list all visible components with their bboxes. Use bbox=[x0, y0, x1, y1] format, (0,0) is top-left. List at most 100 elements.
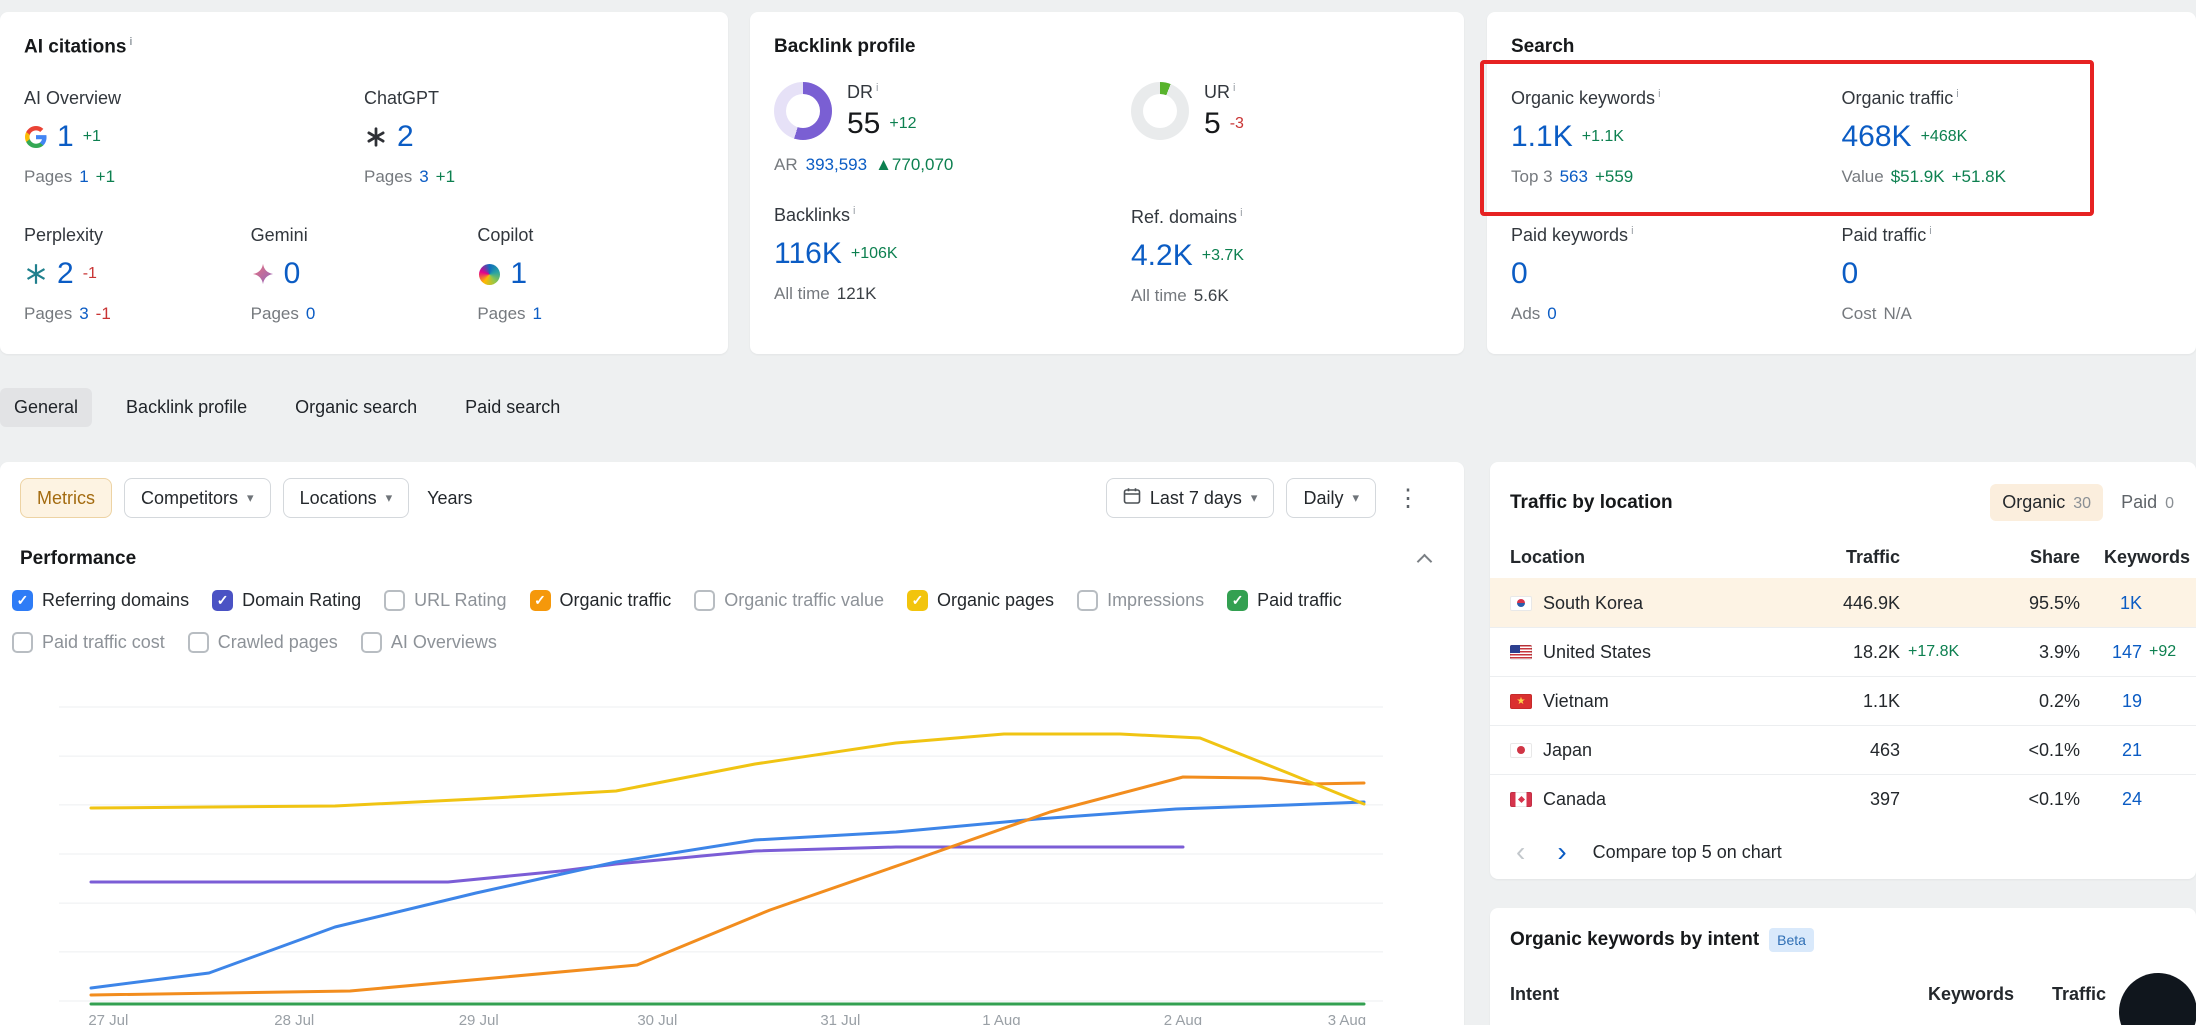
toggle-paid[interactable]: Paid0 bbox=[2109, 484, 2186, 521]
tab-organic-search[interactable]: Organic search bbox=[281, 388, 431, 427]
japan-flag-icon bbox=[1510, 743, 1532, 758]
metric-value[interactable]: 1 bbox=[57, 120, 74, 154]
metric-change: +1.1K bbox=[1582, 128, 1624, 146]
pages-value[interactable]: 3 bbox=[419, 167, 428, 187]
metric-checkbox-referring-domains[interactable]: ✓Referring domains bbox=[12, 590, 189, 611]
metric-change: -1 bbox=[83, 265, 97, 283]
metric-value[interactable]: 0 bbox=[1842, 257, 1859, 291]
ar-rank: AR 393,593 ▲770,070 bbox=[774, 155, 1131, 175]
toggle-organic[interactable]: Organic30 bbox=[1990, 484, 2103, 521]
sub-label: Ads bbox=[1511, 304, 1540, 324]
pages-value[interactable]: 0 bbox=[306, 304, 315, 324]
pages-value[interactable]: 1 bbox=[79, 167, 88, 187]
performance-card: Metrics Competitors▾ Locations▾ Years La… bbox=[0, 462, 1464, 1025]
more-options-button[interactable]: ⋮ bbox=[1388, 484, 1428, 513]
search-title: Search bbox=[1487, 12, 2196, 58]
share-value: 95.5% bbox=[1984, 593, 2080, 614]
sub-value[interactable]: 563 bbox=[1560, 167, 1588, 187]
collapse-chevron-icon[interactable] bbox=[1417, 553, 1433, 569]
dr-change: +12 bbox=[889, 115, 916, 133]
dr-label: DRi bbox=[847, 82, 917, 103]
metric-value[interactable]: 1.1K bbox=[1511, 120, 1573, 154]
metric-checkbox-domain-rating[interactable]: ✓Domain Rating bbox=[212, 590, 361, 611]
chatgpt-icon bbox=[364, 125, 388, 149]
location-row-japan[interactable]: Japan 463 <0.1% 21 bbox=[1490, 725, 2196, 774]
ur-change: -3 bbox=[1230, 115, 1244, 133]
location-row-united-states[interactable]: United States 18.2K +17.8K 3.9% 147 +92 bbox=[1490, 627, 2196, 676]
pages-label: Pages bbox=[477, 304, 525, 324]
years-button[interactable]: Years bbox=[421, 478, 478, 518]
metric-value[interactable]: 0 bbox=[284, 257, 301, 291]
metric-label: Perplexity bbox=[24, 225, 251, 246]
pages-change: -1 bbox=[96, 304, 111, 324]
metric-checkbox-organic-traffic-value[interactable]: Organic traffic value bbox=[694, 590, 884, 611]
metric-checkbox-organic-pages[interactable]: ✓Organic pages bbox=[907, 590, 1054, 611]
keywords-link[interactable]: 1K bbox=[2080, 593, 2142, 614]
alltime-value: 5.6K bbox=[1194, 286, 1229, 306]
metric-checkbox-organic-traffic[interactable]: ✓Organic traffic bbox=[530, 590, 672, 611]
performance-line-chart[interactable] bbox=[0, 650, 1464, 1025]
metrics-button[interactable]: Metrics bbox=[20, 478, 112, 518]
date-range-dropdown[interactable]: Last 7 days▾ bbox=[1106, 478, 1275, 518]
pages-value[interactable]: 3 bbox=[79, 304, 88, 324]
sub-label: Cost bbox=[1842, 304, 1877, 324]
checkbox-icon: ✓ bbox=[530, 590, 551, 611]
checkbox-icon bbox=[384, 590, 405, 611]
tab-general[interactable]: General bbox=[0, 388, 92, 427]
metric-value[interactable]: 2 bbox=[397, 120, 414, 154]
traffic-value: 18.2K bbox=[1788, 642, 1900, 663]
metric-ai-overview: AI Overview 1 +1 Pages1+1 bbox=[24, 88, 364, 187]
alltime-value: 121K bbox=[837, 284, 877, 304]
info-icon: i bbox=[1631, 225, 1633, 237]
share-value: <0.1% bbox=[1984, 740, 2080, 761]
dr-value: 55 bbox=[847, 107, 880, 141]
tab-backlink-profile[interactable]: Backlink profile bbox=[112, 388, 261, 427]
alltime-label: All time bbox=[774, 284, 830, 304]
chart-toolbar: Metrics Competitors▾ Locations▾ Years La… bbox=[0, 462, 1464, 518]
metric-value[interactable]: 2 bbox=[57, 257, 74, 291]
metric-value[interactable]: 468K bbox=[1842, 120, 1912, 154]
sub-value[interactable]: 0 bbox=[1547, 304, 1556, 324]
previous-page-arrow[interactable]: ‹ bbox=[1510, 838, 1531, 866]
location-row-south-korea[interactable]: South Korea 446.9K 95.5% 1K bbox=[1490, 578, 2196, 627]
info-icon: i bbox=[1240, 207, 1242, 219]
ar-label: AR bbox=[774, 155, 798, 175]
location-table-header: Location Traffic Share Keywords bbox=[1490, 547, 2196, 578]
metric-checkbox-impressions[interactable]: Impressions bbox=[1077, 590, 1204, 611]
chevron-down-icon: ▾ bbox=[1251, 490, 1258, 506]
metric-checkbox-url-rating[interactable]: URL Rating bbox=[384, 590, 506, 611]
metric-value[interactable]: 0 bbox=[1511, 257, 1528, 291]
metric-paid-traffic: Paid traffici 0 CostN/A bbox=[1842, 225, 2173, 324]
traffic-by-location-title: Traffic by location bbox=[1510, 492, 1673, 514]
keywords-link[interactable]: 21 bbox=[2080, 740, 2142, 761]
competitors-dropdown[interactable]: Competitors▾ bbox=[124, 478, 271, 518]
next-page-arrow[interactable]: › bbox=[1551, 838, 1572, 866]
chart-x-axis-labels: 27 Jul28 Jul29 Jul30 Jul31 Jul1 Aug2 Aug… bbox=[0, 1012, 1464, 1025]
keywords-link[interactable]: 24 bbox=[2080, 789, 2142, 810]
metric-value[interactable]: 1 bbox=[510, 257, 527, 291]
traffic-value: 1.1K bbox=[1788, 691, 1900, 712]
column-traffic: Traffic bbox=[1788, 547, 1900, 568]
tab-paid-search[interactable]: Paid search bbox=[451, 388, 574, 427]
keywords-link[interactable]: 19 bbox=[2080, 691, 2142, 712]
share-value: 0.2% bbox=[1984, 691, 2080, 712]
pages-value[interactable]: 1 bbox=[533, 304, 542, 324]
location-row-canada[interactable]: Canada 397 <0.1% 24 bbox=[1490, 774, 2196, 823]
ai-citations-card: AI citationsi AI Overview 1 +1 Pages1+1 … bbox=[0, 12, 728, 354]
granularity-dropdown[interactable]: Daily▾ bbox=[1286, 478, 1376, 518]
keywords-link[interactable]: 147 bbox=[2080, 642, 2142, 663]
vietnam-flag-icon bbox=[1510, 694, 1532, 709]
perplexity-icon bbox=[24, 262, 48, 286]
ar-change: ▲770,070 bbox=[875, 155, 953, 175]
share-value: 3.9% bbox=[1984, 642, 2080, 663]
checkbox-icon: ✓ bbox=[212, 590, 233, 611]
locations-dropdown[interactable]: Locations▾ bbox=[283, 478, 410, 518]
column-traffic: Traffic bbox=[2014, 984, 2106, 1005]
backlinks-value[interactable]: 116K bbox=[774, 237, 842, 271]
location-row-vietnam[interactable]: Vietnam 1.1K 0.2% 19 bbox=[1490, 676, 2196, 725]
compare-top5-link[interactable]: Compare top 5 on chart bbox=[1593, 842, 1782, 863]
ref-domains-value[interactable]: 4.2K bbox=[1131, 239, 1193, 273]
ar-value[interactable]: 393,593 bbox=[806, 155, 867, 175]
metric-checkbox-paid-traffic[interactable]: ✓Paid traffic bbox=[1227, 590, 1342, 611]
south-korea-flag-icon bbox=[1510, 596, 1532, 611]
